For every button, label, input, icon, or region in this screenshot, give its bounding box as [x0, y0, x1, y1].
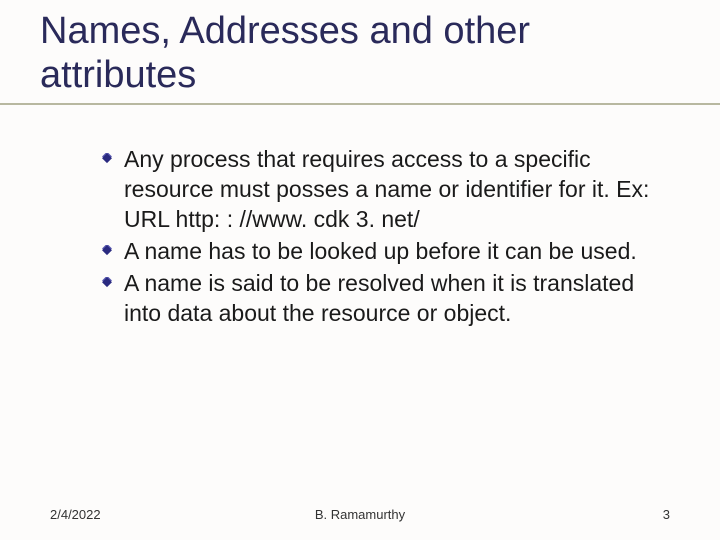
- footer-date: 2/4/2022: [50, 507, 101, 522]
- bullet-text: A name is said to be resolved when it is…: [124, 269, 650, 329]
- bullet-item: Any process that requires access to a sp…: [100, 145, 650, 235]
- diamond-icon: [100, 245, 114, 259]
- bullet-item: A name is said to be resolved when it is…: [100, 269, 650, 329]
- footer-page-number: 3: [663, 507, 670, 522]
- slide-title: Names, Addresses and other attributes: [40, 10, 680, 97]
- diamond-icon: [100, 153, 114, 167]
- diamond-icon: [100, 277, 114, 291]
- title-underline: [0, 103, 720, 105]
- bullet-text: Any process that requires access to a sp…: [124, 145, 650, 235]
- slide-container: Names, Addresses and other attributes An…: [0, 0, 720, 540]
- slide-footer: 2/4/2022 B. Ramamurthy 3: [0, 507, 720, 522]
- content-area: Any process that requires access to a sp…: [40, 145, 680, 328]
- bullet-text: A name has to be looked up before it can…: [124, 237, 637, 267]
- footer-author: B. Ramamurthy: [315, 507, 405, 522]
- bullet-item: A name has to be looked up before it can…: [100, 237, 650, 267]
